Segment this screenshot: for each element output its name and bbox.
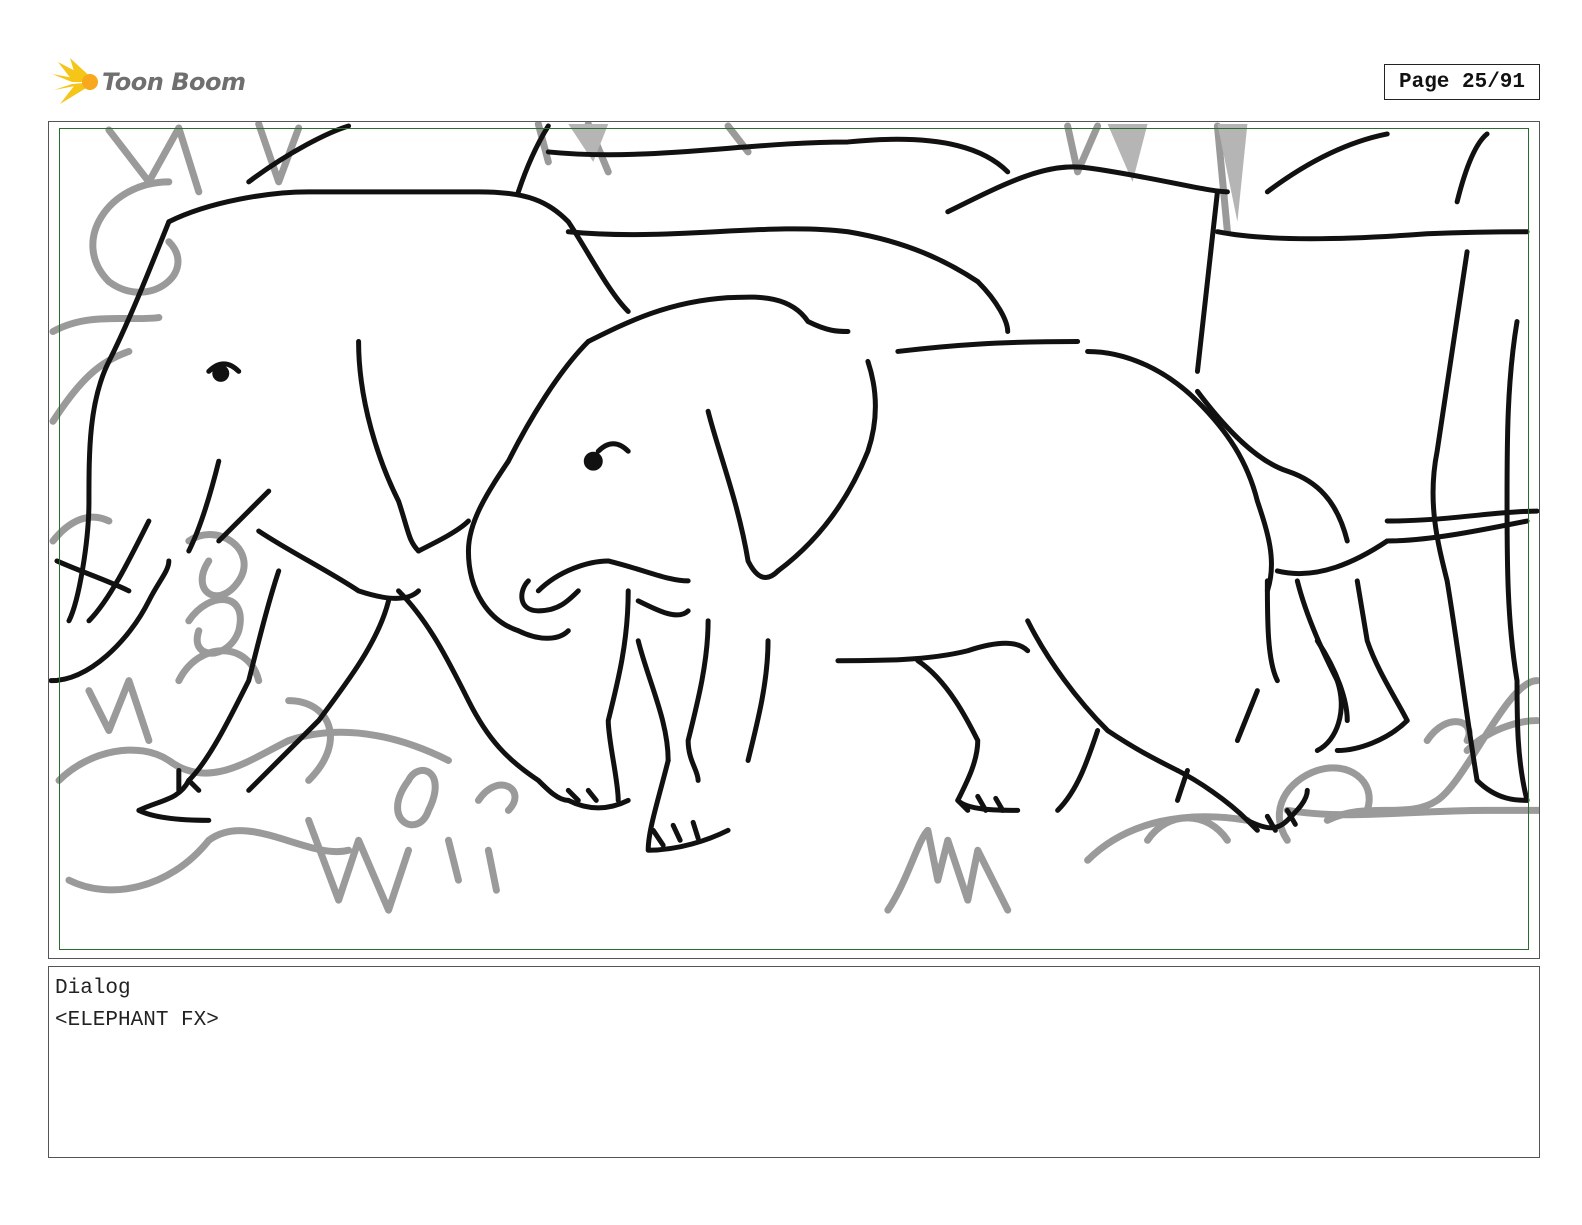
- elephants-sketch-icon: [49, 122, 1539, 914]
- dialog-box: Dialog <ELEPHANT FX>: [48, 966, 1540, 1158]
- dialog-heading: Dialog: [55, 977, 131, 1000]
- starburst-icon: [52, 58, 98, 104]
- page-number: Page 25/91: [1384, 64, 1540, 100]
- toon-boom-logo: Toon Boom: [50, 56, 250, 108]
- storyboard-panel: [48, 121, 1540, 959]
- dialog-text: <ELEPHANT FX>: [55, 1009, 219, 1032]
- logo-text: Toon Boom: [102, 68, 246, 96]
